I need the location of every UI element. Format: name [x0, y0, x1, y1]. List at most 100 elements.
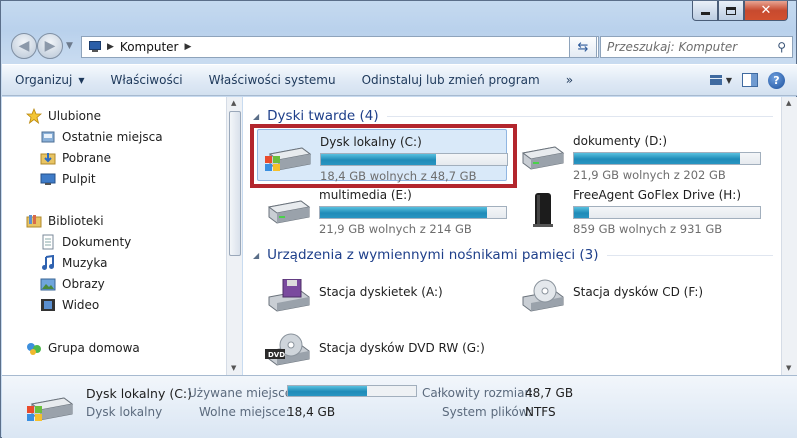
help-icon: ? [773, 73, 780, 87]
nav-item-label: Muzyka [62, 256, 108, 270]
forward-arrow-icon: ▶ [44, 38, 56, 54]
change-view-button[interactable]: ▼ [710, 69, 732, 91]
scroll-down-icon[interactable]: ▼ [786, 364, 791, 372]
drive-usage-fill [574, 207, 589, 218]
scroll-up-icon[interactable]: ▲ [786, 99, 791, 107]
external-drive-icon [533, 193, 553, 227]
dvd-drive-icon: DVD [265, 333, 310, 366]
drive-c[interactable]: Dysk lokalny (C:) 18,4 GB wolnych z 48,7… [257, 129, 508, 183]
nav-item-documents[interactable]: Dokumenty [40, 232, 131, 252]
total-size-label: Całkowity rozmiar: [422, 386, 534, 400]
pictures-icon [40, 276, 56, 292]
drive-f[interactable]: Stacja dysków CD (F:) [511, 269, 761, 321]
desktop-icon [40, 171, 56, 187]
nav-homegroup-label: Grupa domowa [48, 341, 140, 355]
refresh-button[interactable]: ⇆ [569, 36, 597, 58]
uninstall-program-label: Odinstaluj lub zmień program [361, 73, 540, 87]
address-row: ◀ ▶ ▼ ▶ Komputer ▶ ▼ ⇆ Przeszukaj: Kompu… [9, 33, 793, 61]
nav-item-label: Pulpit [62, 172, 96, 186]
drive-usage-bar [573, 206, 761, 219]
drive-usage-bar [573, 152, 761, 165]
free-space-label: Wolne miejsce: [199, 405, 290, 419]
hard-disk-icon [267, 200, 311, 224]
organize-menu[interactable]: Organizuj ▼ [2, 68, 97, 92]
more-commands-button[interactable]: » [553, 68, 586, 92]
more-commands-label: » [565, 73, 574, 87]
collapse-triangle-icon[interactable]: ◢ [253, 112, 259, 121]
nav-favorites[interactable]: Ulubione [25, 106, 101, 126]
computer-icon [87, 41, 103, 53]
nav-homegroup[interactable]: Grupa domowa [26, 338, 140, 358]
nav-libraries-label: Biblioteki [48, 214, 104, 228]
search-box[interactable]: Przeszukaj: Komputer ⚲ [600, 36, 793, 58]
search-icon[interactable]: ⚲ [777, 40, 786, 54]
drive-d[interactable]: dokumenty (D:) 21,9 GB wolnych z 202 GB [511, 129, 761, 182]
back-button[interactable]: ◀ [11, 33, 37, 59]
uninstall-program-button[interactable]: Odinstaluj lub zmień program [349, 68, 553, 92]
forward-button[interactable]: ▶ [37, 33, 63, 59]
view-controls: ▼ ? [710, 69, 785, 91]
group-divider [606, 254, 773, 256]
drive-name: multimedia (E:) [319, 188, 412, 202]
minimize-icon [700, 12, 710, 15]
breadcrumb-separator-icon[interactable]: ▶ [184, 42, 191, 52]
local-disk-windows-icon [265, 147, 312, 171]
homegroup-icon [26, 340, 42, 356]
drive-name: Dysk lokalny (C:) [320, 135, 422, 149]
group-header-removable[interactable]: ◢ Urządzenia z wymiennymi nośnikami pami… [253, 247, 773, 263]
music-icon [40, 254, 56, 271]
scrollbar-thumb[interactable] [229, 111, 241, 256]
collapse-triangle-icon[interactable]: ◢ [253, 251, 259, 260]
breadcrumb-separator-icon[interactable]: ▶ [107, 42, 114, 52]
maximize-button[interactable] [718, 1, 744, 21]
nav-item-videos[interactable]: Wideo [40, 295, 99, 315]
properties-label: Właściwości [110, 73, 183, 87]
maximize-icon [726, 6, 736, 15]
preview-pane-button[interactable] [742, 73, 758, 87]
system-properties-label: Właściwości systemu [208, 73, 336, 87]
content-scrollbar[interactable]: ▲ ▼ [781, 97, 797, 375]
explorer-window: ✕ ◀ ▶ ▼ ▶ Komputer ▶ ▼ ⇆ Przeszukaj: Kom… [0, 0, 797, 438]
nav-libraries[interactable]: Biblioteki [26, 211, 104, 231]
scroll-up-icon[interactable]: ▲ [231, 99, 236, 107]
help-button[interactable]: ? [768, 71, 785, 89]
chevron-down-icon: ▼ [725, 75, 732, 85]
recent-pages-chevron-icon[interactable]: ▼ [66, 41, 73, 51]
group-header-hard-disks[interactable]: ◢ Dyski twarde (4) [253, 108, 773, 124]
drive-free-space: 21,9 GB wolnych z 214 GB [319, 222, 472, 236]
nav-item-desktop[interactable]: Pulpit [40, 169, 96, 189]
nav-item-music[interactable]: Muzyka [40, 253, 107, 273]
drive-g[interactable]: DVD Stacja dysków DVD RW (G:) [257, 323, 507, 375]
chevron-down-icon: ▼ [78, 75, 85, 85]
system-properties-button[interactable]: Właściwości systemu [196, 68, 349, 92]
close-button[interactable]: ✕ [744, 1, 788, 21]
drive-free-space: 21,9 GB wolnych z 202 GB [573, 168, 726, 182]
address-bar[interactable]: ▶ Komputer ▶ ▼ [81, 36, 599, 58]
nav-item-recent-places[interactable]: Ostatnie miejsca [40, 127, 163, 147]
libraries-icon [26, 213, 42, 229]
scroll-down-icon[interactable]: ▼ [231, 364, 236, 372]
properties-button[interactable]: Właściwości [97, 68, 195, 92]
drive-a[interactable]: Stacja dyskietek (A:) [257, 269, 507, 321]
total-size-value: 48,7 GB [525, 386, 574, 400]
details-title: Dysk lokalny (C:) [86, 386, 193, 401]
command-bar: Organizuj ▼ Właściwości Właściwości syste… [2, 64, 797, 96]
free-space-value: 18,4 GB [287, 405, 336, 419]
videos-icon [40, 297, 56, 313]
details-usage-bar [287, 385, 417, 397]
drive-name: Stacja dyskietek (A:) [319, 285, 443, 299]
drive-e[interactable]: multimedia (E:) 21,9 GB wolnych z 214 GB [257, 183, 507, 236]
organize-label: Organizuj [15, 73, 73, 87]
documents-icon [40, 234, 56, 250]
breadcrumb-location[interactable]: Komputer [120, 40, 179, 54]
nav-item-downloads[interactable]: Pobrane [40, 148, 111, 168]
navigation-scrollbar[interactable]: ▲ ▼ [226, 97, 242, 375]
cd-drive-icon [522, 279, 564, 312]
file-system-value: NTFS [525, 405, 556, 419]
file-system-label: System plików: [442, 405, 532, 419]
drive-usage-bar [319, 206, 507, 219]
minimize-button[interactable] [692, 1, 718, 21]
nav-item-label: Pobrane [62, 151, 112, 165]
nav-item-pictures[interactable]: Obrazy [40, 274, 105, 294]
drive-h[interactable]: FreeAgent GoFlex Drive (H:) 859 GB wolny… [511, 183, 761, 236]
